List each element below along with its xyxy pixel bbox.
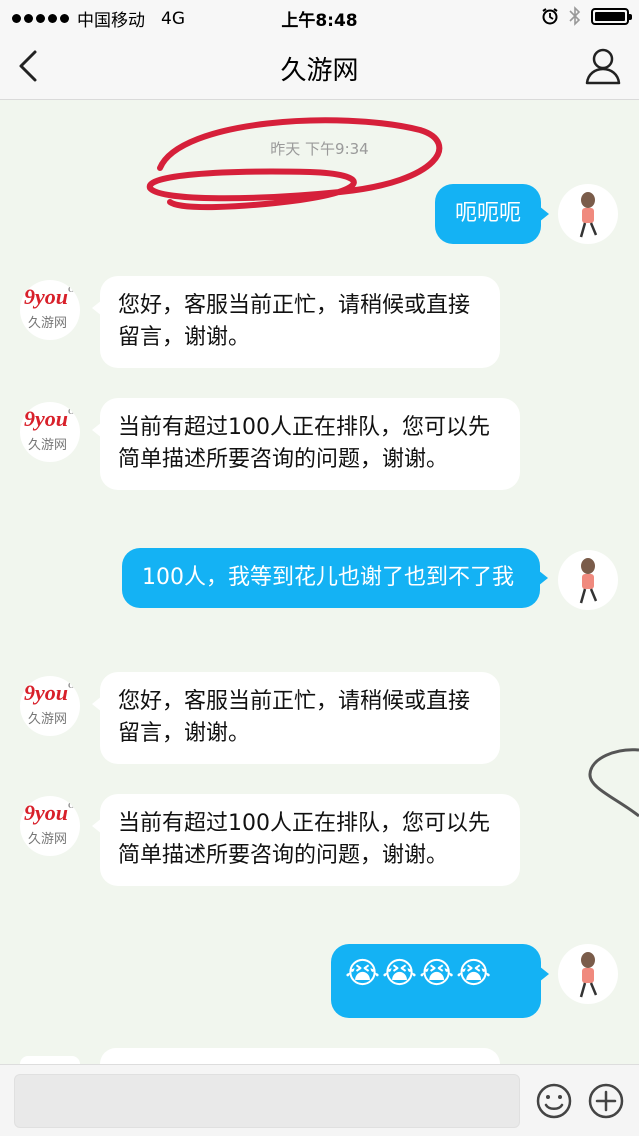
input-bar (0, 1064, 639, 1136)
smile-icon[interactable] (534, 1081, 574, 1121)
message-bubble[interactable]: 您好，客服当前正忙，请稍候或直接留言，谢谢。 (92, 672, 500, 764)
message-bubble[interactable]: 100人，我等到花儿也谢了也到不了我 (122, 548, 548, 608)
user-avatar[interactable] (558, 184, 618, 244)
service-logo: 9youCOM (24, 406, 80, 431)
message-bubble[interactable]: 当前有超过100人正在排队，您可以先简单描述所要咨询的问题，谢谢。 (92, 398, 520, 490)
page-title: 久游网 (280, 56, 359, 86)
message-text: 100人，我等到花儿也谢了也到不了我 (142, 565, 514, 590)
message-text: 您好，客服当前正忙，请稍候或直接留言，谢谢。 (118, 293, 471, 350)
nav-bar: 久游网 (0, 34, 639, 100)
service-avatar[interactable] (20, 1056, 80, 1064)
service-logo: 9youCOM (24, 800, 80, 825)
message-text: 当前有超过100人正在排队，您可以先简单描述所要咨询的问题，谢谢。 (118, 415, 490, 472)
service-logo: 9youCOM (24, 284, 80, 309)
service-avatar[interactable]: 9youCOM 久游网 (20, 402, 80, 462)
message-text: 您好，客服当前正忙，请稍候或直接留言，谢谢。 (118, 689, 471, 746)
person-icon[interactable] (583, 46, 623, 86)
message-bubble-partial (100, 1048, 500, 1064)
message-bubble[interactable]: 呃呃呃 (434, 184, 550, 244)
service-avatar[interactable]: 9youCOM 久游网 (20, 796, 80, 856)
message-text: 呃呃呃 (454, 201, 521, 226)
battery-icon (591, 7, 632, 25)
user-avatar[interactable] (558, 550, 618, 610)
scribble-mark (588, 748, 639, 818)
service-logo-label: 久游网 (28, 438, 68, 453)
message-input[interactable] (14, 1074, 520, 1128)
service-avatar[interactable]: 9youCOM 久游网 (20, 676, 80, 736)
crying-emoji: 😭😭😭😭 (345, 956, 494, 991)
service-logo: 9youCOM (24, 680, 80, 705)
status-bar: 中国移动 4G 上午8:48 (0, 0, 639, 34)
service-logo-label: 久游网 (28, 712, 68, 727)
message-text: 当前有超过100人正在排队，您可以先简单描述所要咨询的问题，谢谢。 (118, 811, 490, 868)
message-bubble[interactable]: 您好，客服当前正忙，请稍候或直接留言，谢谢。 (92, 276, 500, 368)
message-bubble[interactable]: 当前有超过100人正在排队，您可以先简单描述所要咨询的问题，谢谢。 (92, 794, 520, 886)
service-logo-label: 久游网 (28, 832, 68, 847)
plus-circle-icon[interactable] (586, 1081, 626, 1121)
hand-drawn-circle (146, 117, 443, 211)
service-avatar[interactable]: 9youCOM 久游网 (20, 280, 80, 340)
alarm-icon (542, 8, 558, 25)
user-avatar[interactable] (558, 944, 618, 1004)
service-logo-label: 久游网 (28, 316, 68, 331)
message-bubble[interactable]: 😭😭😭😭 (331, 944, 549, 1018)
bluetooth-icon (569, 6, 581, 26)
